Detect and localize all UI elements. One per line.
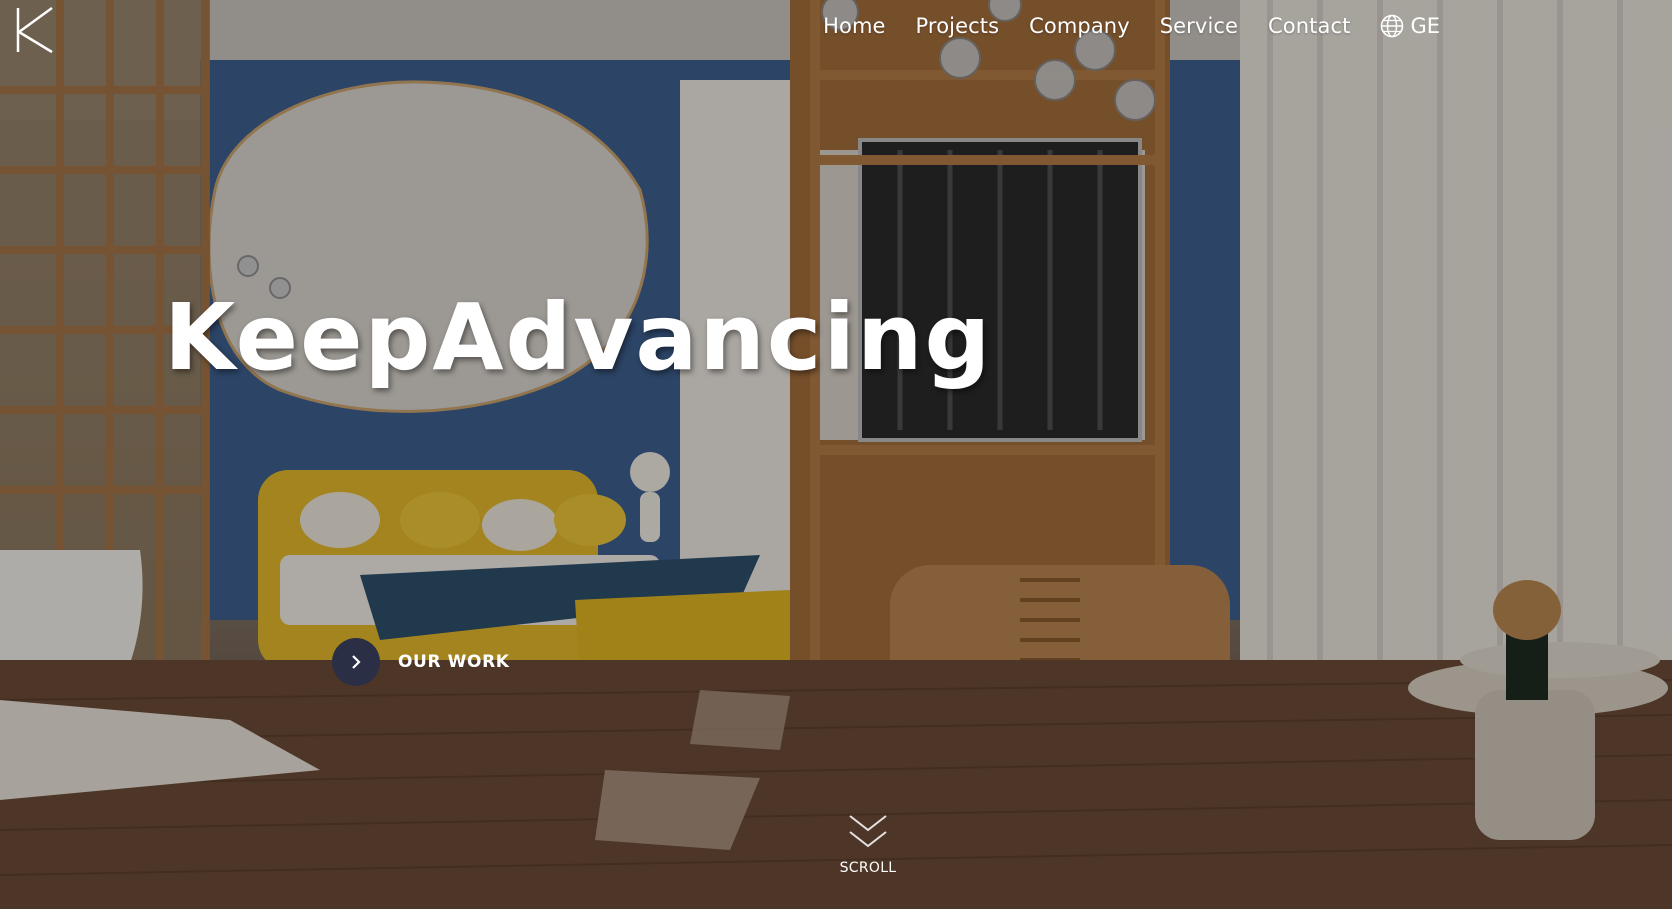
language-switcher[interactable]: GE [1380,14,1440,38]
dark-overlay [0,0,1672,909]
main-nav: Home Projects Company Service Contact GE [823,14,1440,38]
our-work-label: OUR WORK [398,652,510,672]
scroll-label: SCROLL [839,860,897,876]
nav-service[interactable]: Service [1160,14,1238,38]
K-logo-icon[interactable] [14,6,56,54]
globe-icon [1381,14,1404,38]
our-work-button[interactable]: OUR WORK [332,638,510,686]
hero-section: Home Projects Company Service Contact GE… [0,0,1672,909]
cta-circle [332,638,380,686]
language-label: GE [1410,14,1440,38]
chevron-right-icon [352,655,361,669]
nav-projects[interactable]: Projects [916,14,1000,38]
nav-company[interactable]: Company [1029,14,1130,38]
nav-home[interactable]: Home [823,14,885,38]
double-chevron-down-icon [849,815,887,848]
nav-contact[interactable]: Contact [1268,14,1350,38]
hero-headline: KeepAdvancing [164,284,993,391]
scroll-indicator[interactable]: SCROLL [836,812,900,876]
